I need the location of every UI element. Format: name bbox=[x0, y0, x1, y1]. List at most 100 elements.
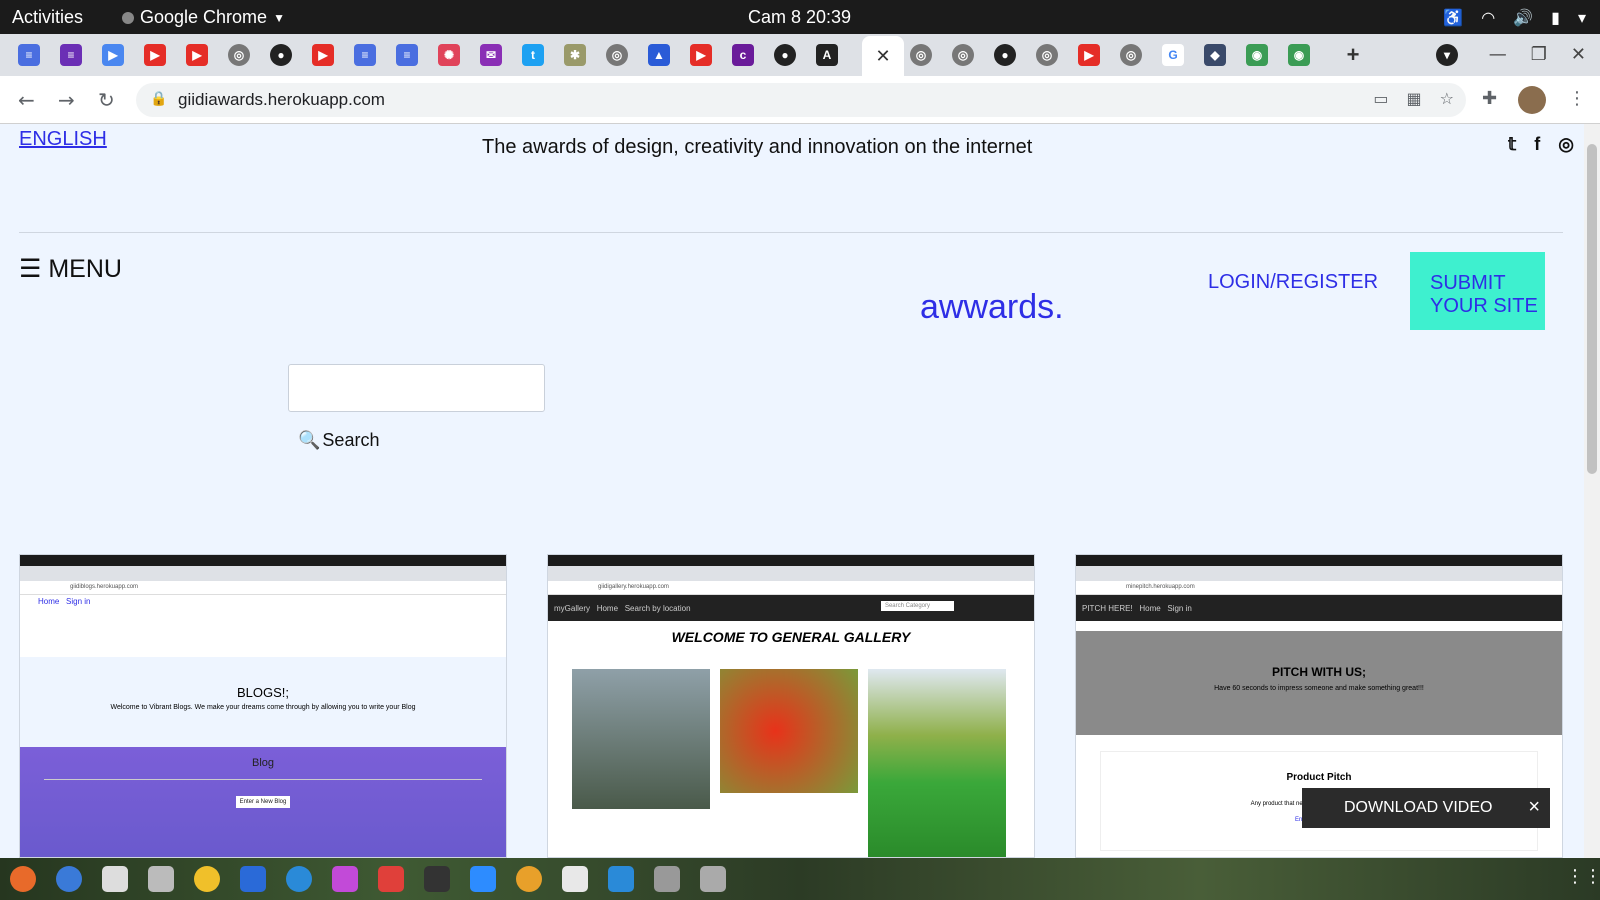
nav-home: Home bbox=[1139, 604, 1161, 613]
back-arrow-icon[interactable]: ← bbox=[18, 88, 35, 112]
new-tab-button[interactable]: + bbox=[1342, 42, 1364, 67]
globe-tab-icon[interactable]: ◎ bbox=[1120, 44, 1142, 66]
writer-icon[interactable] bbox=[240, 866, 266, 892]
header-divider bbox=[19, 232, 1563, 233]
nav-location: Search by location bbox=[624, 604, 691, 613]
help-icon[interactable] bbox=[286, 866, 312, 892]
project-card-blogs[interactable]: giidiblogs.herokuapp.com Home Sign in BL… bbox=[19, 554, 507, 858]
clock[interactable]: Cam 8 20:39 bbox=[748, 7, 851, 28]
search-button[interactable]: 🔍 Search bbox=[298, 430, 379, 451]
files-icon[interactable] bbox=[102, 866, 128, 892]
tab-search-icon[interactable]: ▾ bbox=[1436, 44, 1458, 66]
kebab-menu-icon[interactable]: ⋮ bbox=[1568, 88, 1586, 109]
search-icon: 🔍 bbox=[298, 430, 321, 450]
close-icon[interactable]: × bbox=[1528, 796, 1540, 819]
forms-tab-icon[interactable]: ≡ bbox=[60, 44, 82, 66]
accessibility-icon[interactable]: ♿ bbox=[1443, 8, 1463, 28]
screenshot-tabstrip bbox=[20, 566, 506, 581]
window-controls: — ❐ ✕ bbox=[1489, 44, 1586, 65]
close-icon[interactable]: ✕ bbox=[1571, 44, 1586, 65]
grad-cap-tab-icon[interactable]: ◆ bbox=[1204, 44, 1226, 66]
cast-icon[interactable]: ▭ bbox=[1373, 89, 1388, 108]
extensions-icon[interactable]: ✚ bbox=[1482, 88, 1497, 109]
rhythmbox-icon[interactable] bbox=[194, 866, 220, 892]
globe-tab-icon[interactable]: ◎ bbox=[1036, 44, 1058, 66]
active-tab-close-icon[interactable]: ✕ bbox=[862, 36, 904, 76]
twitter-icon[interactable]: 𝕥 bbox=[1508, 134, 1516, 155]
colorlib-tab-icon[interactable]: c bbox=[732, 44, 754, 66]
drive-icon[interactable] bbox=[700, 866, 726, 892]
globe-tab-icon[interactable]: ◎ bbox=[910, 44, 932, 66]
usb-icon[interactable] bbox=[654, 866, 680, 892]
url-text[interactable]: giidiawards.herokuapp.com bbox=[178, 90, 385, 110]
thunderbird-icon[interactable] bbox=[56, 866, 82, 892]
github-tab-icon[interactable]: ● bbox=[994, 44, 1016, 66]
globe-tab-icon[interactable]: ◎ bbox=[952, 44, 974, 66]
blog-heading: BLOGS!; bbox=[236, 685, 290, 700]
terminal-icon[interactable] bbox=[424, 866, 450, 892]
reload-icon[interactable]: ↻ bbox=[98, 88, 115, 112]
project-card-gallery[interactable]: giidigallery.herokuapp.com myGallery Hom… bbox=[547, 554, 1035, 858]
wifi-icon[interactable]: ◠ bbox=[1481, 8, 1495, 28]
atlassian-tab-icon[interactable]: ▲ bbox=[648, 44, 670, 66]
youtube-tab-icon[interactable]: ▶ bbox=[1078, 44, 1100, 66]
palm-tab-icon[interactable]: ✱ bbox=[564, 44, 586, 66]
download-video-label[interactable]: DOWNLOAD VIDEO bbox=[1344, 799, 1492, 817]
volume-icon[interactable]: 🔊 bbox=[1513, 8, 1533, 28]
scrollbar-thumb[interactable] bbox=[1587, 144, 1597, 474]
youtube-tab-icon[interactable]: ▶ bbox=[186, 44, 208, 66]
page-scrollbar[interactable] bbox=[1584, 124, 1600, 858]
video-icon[interactable] bbox=[332, 866, 358, 892]
menu-button[interactable]: ☰ MENU bbox=[19, 254, 122, 284]
github-tab-icon[interactable]: ● bbox=[270, 44, 292, 66]
docs-tab-icon[interactable]: ≡ bbox=[18, 44, 40, 66]
chrome-icon[interactable] bbox=[516, 866, 542, 892]
chevron-down-icon[interactable]: ▾ bbox=[1578, 8, 1586, 28]
submit-site-button[interactable]: SUBMIT YOUR SITE bbox=[1410, 252, 1545, 330]
download-video-overlay[interactable]: DOWNLOAD VIDEO × bbox=[1302, 788, 1550, 828]
zoom-tab-icon[interactable]: ▶ bbox=[102, 44, 124, 66]
facebook-icon[interactable]: f bbox=[1534, 134, 1540, 155]
globe-tab-icon[interactable]: ◎ bbox=[606, 44, 628, 66]
anydesk-icon[interactable] bbox=[378, 866, 404, 892]
app-menu[interactable]: Google Chrome ▼ bbox=[122, 7, 285, 28]
app-grid-icon[interactable]: ⋮⋮ bbox=[1566, 866, 1600, 892]
restore-icon[interactable]: ❐ bbox=[1531, 44, 1547, 65]
nav-home: Home bbox=[596, 604, 619, 613]
battery-icon[interactable]: ▮ bbox=[1551, 8, 1560, 28]
globe-tab-icon[interactable]: ◎ bbox=[228, 44, 250, 66]
vscode-icon[interactable] bbox=[608, 866, 634, 892]
instagram-icon[interactable]: ◎ bbox=[1558, 134, 1574, 155]
profile-avatar[interactable] bbox=[1518, 86, 1546, 114]
bookmark-star-icon[interactable]: ☆ bbox=[1440, 89, 1454, 108]
login-register-link[interactable]: LOGIN/REGISTER bbox=[1208, 271, 1378, 294]
pitch-text: Have 60 seconds to impress someone and m… bbox=[1214, 685, 1424, 692]
docs-tab-icon[interactable]: ≡ bbox=[396, 44, 418, 66]
firefox-icon[interactable] bbox=[10, 866, 36, 892]
language-link[interactable]: ENGLISH bbox=[19, 128, 107, 151]
twitter-tab-icon[interactable]: t bbox=[522, 44, 544, 66]
document-viewer-icon[interactable] bbox=[562, 866, 588, 892]
anaconda-tab-icon[interactable]: ◉ bbox=[1246, 44, 1268, 66]
minimize-icon[interactable]: — bbox=[1489, 44, 1507, 65]
forward-arrow-icon[interactable]: → bbox=[58, 88, 75, 112]
apps-icon[interactable]: ▦ bbox=[1407, 89, 1422, 108]
zoom-icon[interactable] bbox=[470, 866, 496, 892]
github-tab-icon[interactable]: ● bbox=[774, 44, 796, 66]
screenshot-icon[interactable] bbox=[148, 866, 174, 892]
youtube-tab-icon[interactable]: ▶ bbox=[144, 44, 166, 66]
lock-icon[interactable]: 🔒 bbox=[150, 91, 167, 107]
angular-tab-icon[interactable]: A bbox=[816, 44, 838, 66]
search-input[interactable] bbox=[288, 364, 545, 412]
chatgpt-tab-icon[interactable]: ✺ bbox=[438, 44, 460, 66]
youtube-tab-icon[interactable]: ▶ bbox=[690, 44, 712, 66]
youtube-tab-icon[interactable]: ▶ bbox=[312, 44, 334, 66]
activities-button[interactable]: Activities bbox=[12, 7, 83, 28]
system-tray[interactable]: ♿ ◠ 🔊 ▮ ▾ bbox=[1443, 8, 1586, 28]
anaconda-tab-icon[interactable]: ◉ bbox=[1288, 44, 1310, 66]
site-logo[interactable]: awwards. bbox=[920, 288, 1064, 327]
address-bar[interactable]: 🔒 giidiawards.herokuapp.com ▭ ▦ ☆ bbox=[136, 83, 1466, 117]
mail-tab-icon[interactable]: ✉ bbox=[480, 44, 502, 66]
google-tab-icon[interactable]: G bbox=[1162, 44, 1184, 66]
docs-tab-icon[interactable]: ≡ bbox=[354, 44, 376, 66]
